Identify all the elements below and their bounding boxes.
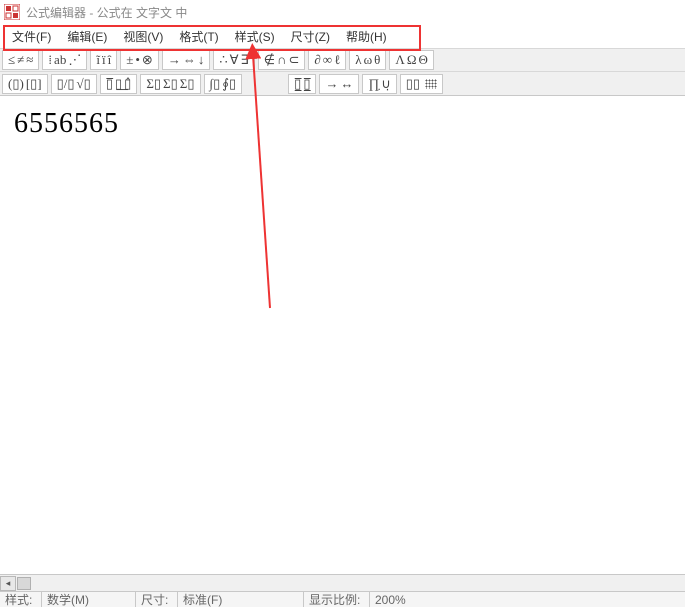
template-integrals[interactable]: ∫▯∮▯ [204,74,243,94]
status-style-value[interactable]: 数学(M) [42,592,136,607]
status-style-label: 样式: [0,592,42,607]
menu-help[interactable]: 帮助(H) [338,26,395,47]
symbol-palette-row1: ≤≠≈ ⁞a͏b⋰ ĩïî ±•⊗ →⇔↓ ∴∀∃ ∉∩⊂ ∂∞ℓ λωθ ΛΩ… [0,48,685,72]
template-long-arrows[interactable]: →↔ [319,74,359,94]
menu-file[interactable]: 文件(F) [4,26,59,47]
statusbar: 样式: 数学(M) 尺寸: 标准(F) 显示比例: 200% [0,591,685,607]
menu-style[interactable]: 样式(S) [227,26,283,47]
menu-size[interactable]: 尺寸(Z) [283,26,338,47]
status-zoom-value[interactable]: 200% [370,592,685,607]
scroll-thumb[interactable] [17,577,31,590]
palette-relational[interactable]: ≤≠≈ [2,50,39,70]
palette-set[interactable]: ∉∩⊂ [258,50,306,70]
scroll-left-button[interactable]: ◂ [0,576,16,591]
window-title: 公式编辑器 - 公式在 文字文 中 [26,4,187,21]
menubar: 文件(F) 编辑(E) 视图(V) 格式(T) 样式(S) 尺寸(Z) 帮助(H… [0,24,685,48]
formula-content[interactable]: 6556565 [14,108,119,139]
palette-arrows[interactable]: →⇔↓ [162,50,211,70]
template-fractions[interactable]: ▯/▯√▯ [51,74,97,94]
status-zoom-label: 显示比例: [304,592,370,607]
palette-misc[interactable]: ∂∞ℓ [308,50,346,70]
status-size-label: 尺寸: [136,592,178,607]
titlebar: 公式编辑器 - 公式在 文字文 中 [0,0,685,24]
app-icon [4,4,20,20]
palette-spacing[interactable]: ⁞a͏b⋰ [42,50,87,70]
template-products[interactable]: ∏̣∪̣ [362,74,396,94]
matrix-grid-icon [425,79,437,89]
formula-editor-canvas[interactable]: 6556565 [0,96,685,576]
palette-embellish[interactable]: ĩïî [90,50,117,70]
template-gap [245,74,285,94]
menu-format[interactable]: 格式(T) [171,26,226,47]
palette-greek-upper[interactable]: ΛΩΘ [389,50,434,70]
template-fences[interactable]: (▯)[▯] [2,74,48,94]
template-matrix[interactable]: ▯▯ [400,74,444,94]
menu-edit[interactable]: 编辑(E) [59,26,115,47]
template-sums[interactable]: Σ▯Σ▯Σ▯ [140,74,200,94]
palette-operators[interactable]: ±•⊗ [120,50,159,70]
template-overunder[interactable]: ▯̲̅▯̲̅ [288,74,316,94]
palette-logic[interactable]: ∴∀∃ [213,50,254,70]
horizontal-scrollbar[interactable]: ◂ [0,574,685,591]
template-scripts[interactable]: ▯̅▯͟▯̂ [100,74,137,94]
menu-view[interactable]: 视图(V) [115,26,171,47]
palette-greek-lower[interactable]: λωθ [349,50,386,70]
status-size-value[interactable]: 标准(F) [178,592,304,607]
template-palette-row2: (▯)[▯] ▯/▯√▯ ▯̅▯͟▯̂ Σ▯Σ▯Σ▯ ∫▯∮▯ ▯̲̅▯̲̅ →… [0,72,685,96]
